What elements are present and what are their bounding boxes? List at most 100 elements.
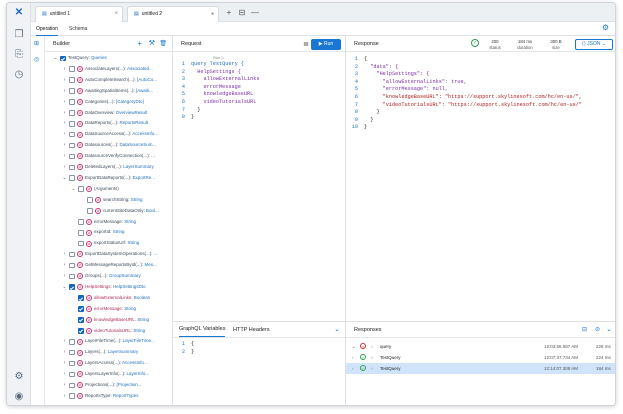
tree-checkbox[interactable] (69, 262, 75, 269)
tree-item[interactable]: › ⊘ AwaitingSpatialItems(...): [Awaiti... (45, 86, 172, 97)
tree-checkbox[interactable] (87, 208, 93, 214)
tree-item[interactable]: ⊘ knowledgeBaseURL: String (45, 315, 172, 326)
tree-checkbox[interactable] (78, 219, 84, 225)
tree-item[interactable]: ⊘ currentSiteDataOnly: Bool... (45, 206, 172, 217)
tree-checkbox[interactable] (69, 66, 75, 73)
tree-checkbox[interactable] (78, 306, 84, 312)
tree-checkbox[interactable] (78, 328, 84, 334)
new-tab-icon[interactable]: + (223, 6, 235, 20)
chevron-down-icon[interactable]: ⌄ (62, 282, 67, 293)
tree-item[interactable]: ⊘ allowExternalLinks: Boolean (45, 293, 172, 304)
tree-item[interactable]: ⌄ ⊘ ExportDataReports(...): ExportRe... (45, 173, 172, 184)
variables-editor[interactable]: 1 {2} (177, 341, 342, 371)
tree-item[interactable]: › ⊘ DataSourceAccess(...): AccessInfo... (45, 129, 172, 140)
tree-item[interactable]: ⌄ ⊘ HelpSettings: HelpSettingsDto (45, 282, 172, 293)
query-editor[interactable]: 1 query TestQuery {2 HelpSettings {3 allo… (177, 61, 342, 161)
tree-checkbox[interactable] (69, 393, 75, 400)
gear-icon[interactable]: ⚙ (602, 23, 609, 32)
tree-item[interactable]: › ⊘ LayersAccess(...): AccessInfo... (45, 358, 172, 369)
tab-http-headers[interactable]: HTTP Headers (233, 322, 270, 338)
tree-item[interactable]: › ⊘ DataReports(...): ReportsResult (45, 118, 172, 129)
chevron-down-icon[interactable]: ⌄ (71, 184, 76, 195)
format-select[interactable]: ⟨⟩ JSON ⌄ (575, 39, 613, 50)
tree-checkbox[interactable] (69, 153, 75, 160)
response-row[interactable]: › ✓ ☆ TestQuery 12:14:07.308 AM 184 ms (346, 363, 615, 374)
star-icon[interactable]: ☆ (370, 363, 374, 374)
clear-icon[interactable]: ⊘ (595, 322, 600, 338)
tree-item[interactable]: › ⊘ ExportDataSystemOperations(...): ... (45, 249, 172, 260)
chevron-right-icon[interactable]: › (62, 380, 67, 391)
tree-item[interactable]: › ⊘ Categories(...): [CategoryDto] (45, 97, 172, 108)
unsaved-dot-icon[interactable]: ● (211, 7, 214, 22)
tree-item[interactable]: ⊘ videoTutorialsURL: String (45, 326, 172, 337)
chevron-right-icon[interactable]: › (352, 363, 354, 374)
history-icon[interactable]: ◷ (13, 69, 25, 81)
tree-item[interactable]: › ⊘ ReportsType: ReportTypes (45, 391, 172, 402)
tree-item[interactable]: ⊘ errorMessage: String (45, 217, 172, 228)
chevron-right-icon[interactable]: › (62, 118, 67, 129)
tree-checkbox[interactable] (69, 175, 75, 182)
account-icon[interactable]: ◉ (13, 391, 25, 403)
star-icon[interactable]: ☆ (370, 352, 374, 363)
chevron-down-icon[interactable]: ⌄ (62, 173, 67, 184)
tree-checkbox[interactable] (78, 240, 84, 247)
chevron-down-icon[interactable]: ⌄ (352, 341, 356, 352)
schema-icon[interactable]: ⎘ (13, 49, 25, 61)
tree-checkbox[interactable] (78, 295, 84, 301)
chevron-down-icon[interactable]: ⌄ (334, 322, 340, 338)
tree-checkbox[interactable] (69, 382, 75, 389)
chevron-right-icon[interactable]: › (62, 97, 67, 108)
tree-checkbox[interactable] (78, 317, 84, 323)
chevron-right-icon[interactable]: › (62, 347, 67, 358)
tree-checkbox[interactable] (69, 371, 75, 378)
tab-operation[interactable]: Operation (36, 22, 58, 36)
builder-icon[interactable]: ⊞ (34, 40, 39, 47)
tab-untitled-1[interactable]: ▤ untitled 1 × (35, 6, 123, 22)
minimize-icon[interactable]: — (249, 6, 261, 20)
chevron-right-icon[interactable]: › (62, 108, 67, 119)
compare-icon[interactable]: ⊟ (582, 322, 587, 338)
tab-schema[interactable]: Schema (69, 22, 87, 36)
chevron-right-icon[interactable]: › (62, 86, 67, 97)
tree-item[interactable]: › ⊘ AutoCompleteSearch(...): [AutoCo... (45, 75, 172, 86)
magic-wand-icon[interactable]: ⚒ (149, 36, 155, 52)
tree-checkbox[interactable] (87, 197, 93, 203)
tree-item[interactable]: ⌄ ⊘ (Arguments) (45, 184, 172, 195)
tree-item[interactable]: ⊘ exportStatusUrl: String (45, 238, 172, 249)
tree-item[interactable]: › ⊘ DataOverview: OverviewResult (45, 108, 172, 119)
prettify-icon[interactable]: ≣ (303, 40, 309, 48)
tree-checkbox[interactable] (69, 251, 75, 258)
tree-checkbox[interactable] (69, 273, 75, 280)
tree-checkbox[interactable] (69, 284, 75, 291)
delete-icon[interactable]: 🗑 (159, 36, 167, 52)
tree-item[interactable]: › ⊘ DatasourceVerifyConnection(...): ... (45, 151, 172, 162)
chevron-right-icon[interactable]: › (62, 64, 67, 75)
tree-item[interactable]: ⊘ errorMessage: String (45, 304, 172, 315)
tree-item[interactable]: › ⊘ LayersLayerInfo(...): LayerInfo... (45, 369, 172, 380)
chevron-right-icon[interactable]: › (62, 249, 67, 260)
chevron-right-icon[interactable]: › (62, 151, 67, 162)
chevron-right-icon[interactable]: › (62, 129, 67, 140)
tree-checkbox[interactable] (69, 164, 75, 171)
docs-icon[interactable]: ◎ (34, 56, 39, 63)
tree-checkbox[interactable] (69, 120, 75, 127)
close-icon[interactable]: × (114, 7, 118, 22)
response-row[interactable]: ⌄ × ☆ query 12:03:56.587 AM 228 ms (346, 341, 615, 352)
run-hint[interactable]: Run ▷ (213, 55, 225, 60)
chevron-right-icon[interactable]: › (62, 260, 67, 271)
tree-checkbox[interactable] (78, 186, 84, 192)
chevron-right-icon[interactable]: › (62, 336, 67, 347)
files-icon[interactable]: ❐ (13, 29, 25, 41)
tree-checkbox[interactable] (60, 55, 66, 62)
chevron-right-icon[interactable]: › (62, 162, 67, 173)
tree-checkbox[interactable] (69, 99, 75, 105)
tree-item[interactable]: ⌄ TestQuery: Queries (45, 53, 172, 64)
chevron-right-icon[interactable]: › (352, 352, 354, 363)
split-icon[interactable]: ⊟ (236, 6, 248, 20)
tree-item[interactable]: › ⊘ Layers(...): LayerSummary (45, 347, 172, 358)
tree-item[interactable]: ⊘ exportId: String (45, 227, 172, 238)
tab-untitled-2[interactable]: ▤ untitled 2 ● (127, 6, 219, 22)
chevron-down-icon[interactable]: ⌄ (53, 53, 58, 64)
chevron-right-icon[interactable]: › (62, 271, 67, 282)
chevron-right-icon[interactable]: › (62, 75, 67, 86)
